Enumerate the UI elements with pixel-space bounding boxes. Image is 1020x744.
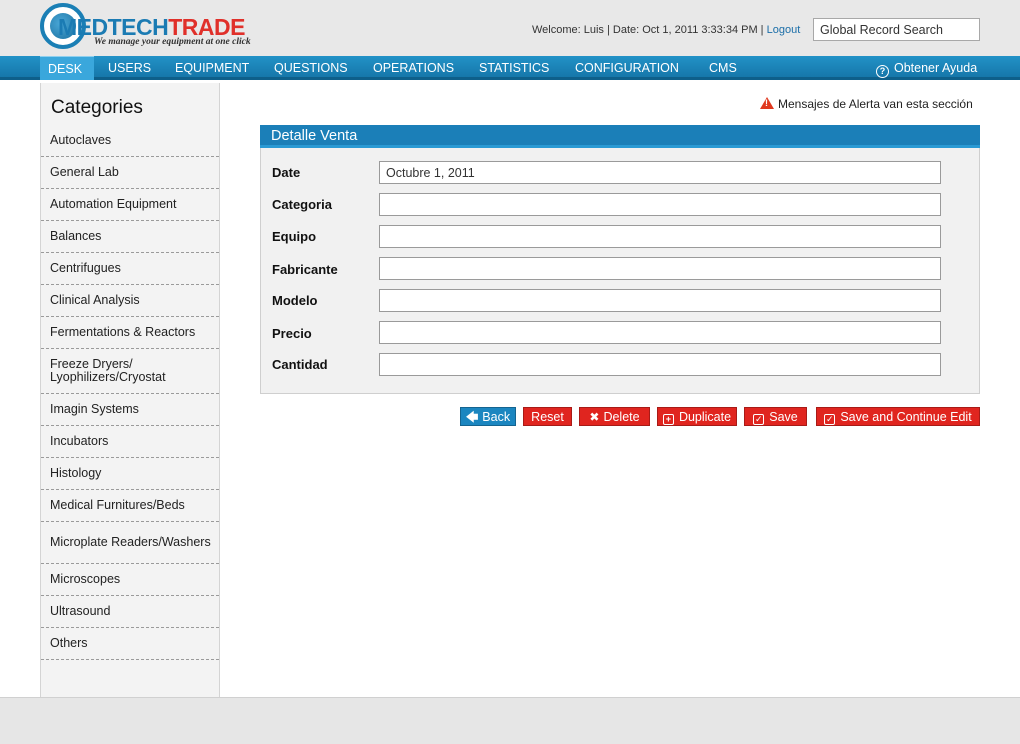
categories-sidebar: Categories Autoclaves General Lab Automa… (40, 83, 220, 697)
category-list: Autoclaves General Lab Automation Equipm… (41, 125, 219, 660)
duplicate-button[interactable]: + Duplicate (657, 407, 737, 426)
category-item-automation-equipment[interactable]: Automation Equipment (41, 189, 219, 221)
arrow-left-icon: 🡄 (465, 410, 479, 424)
close-icon: ✖ (589, 410, 600, 424)
category-item-ultrasound[interactable]: Ultrasound (41, 596, 219, 628)
category-item-freeze-dryers[interactable]: Freeze Dryers/ Lyophilizers/Cryostat (41, 349, 219, 394)
nav-item-equipment[interactable]: EQUIPMENT (167, 56, 257, 80)
nav-item-questions[interactable]: QUESTIONS (266, 56, 356, 80)
nav-item-statistics[interactable]: STATISTICS (471, 56, 557, 80)
alert-message: Mensajes de Alerta van esta sección (760, 97, 973, 111)
reset-button-label: Reset (531, 410, 564, 424)
date-label: Date (272, 165, 301, 180)
category-item-clinical-analysis[interactable]: Clinical Analysis (41, 285, 219, 317)
sale-detail-panel: Detalle Venta Date Categoria Equipo Fabr… (260, 125, 980, 394)
logo[interactable]: MEDTECHTRADE We manage your equipment at… (40, 3, 251, 51)
category-item-incubators[interactable]: Incubators (41, 426, 219, 458)
fabricante-label: Fabricante (272, 262, 338, 277)
category-item-microscopes[interactable]: Microscopes (41, 564, 219, 596)
equipo-label: Equipo (272, 229, 317, 244)
cantidad-field[interactable] (379, 353, 941, 376)
categoria-field[interactable] (379, 193, 941, 216)
category-item-histology[interactable]: Histology (41, 458, 219, 490)
category-item-medical-furnitures[interactable]: Medical Furnitures/Beds (41, 490, 219, 522)
help-label: Obtener Ayuda (894, 61, 978, 75)
category-item-general-lab[interactable]: General Lab (41, 157, 219, 189)
modelo-label: Modelo (272, 293, 318, 308)
precio-field[interactable] (379, 321, 941, 344)
help-icon: ? (876, 65, 889, 78)
back-button-label: Back (482, 410, 511, 424)
equipo-field[interactable] (379, 225, 941, 248)
save-button[interactable]: ✓ Save (744, 407, 807, 426)
alert-text: Mensajes de Alerta van esta sección (778, 97, 973, 111)
save-continue-button-label: Save and Continue Edit (840, 410, 972, 424)
nav-item-operations[interactable]: OPERATIONS (365, 56, 462, 80)
back-button[interactable]: 🡄 Back (460, 407, 516, 426)
main-nav: DESK USERS EQUIPMENT QUESTIONS OPERATION… (0, 56, 1020, 80)
categoria-label: Categoria (272, 197, 332, 212)
category-item-fermentations-reactors[interactable]: Fermentations & Reactors (41, 317, 219, 349)
precio-label: Precio (272, 326, 312, 341)
document-plus-icon: + (662, 414, 674, 425)
welcome-text: Welcome: Luis | Date: Oct 1, 2011 3:33:3… (532, 24, 764, 36)
welcome-info: Welcome: Luis | Date: Oct 1, 2011 3:33:3… (532, 24, 800, 36)
delete-button[interactable]: ✖ Delete (579, 407, 650, 426)
panel-title: Detalle Venta (260, 125, 980, 148)
category-item-centrifugues[interactable]: Centrifugues (41, 253, 219, 285)
category-item-autoclaves[interactable]: Autoclaves (41, 125, 219, 157)
nav-item-configuration[interactable]: CONFIGURATION (567, 56, 687, 80)
reset-button[interactable]: Reset (523, 407, 572, 426)
category-item-microplate-readers[interactable]: Microplate Readers/Washers (41, 522, 219, 564)
save-button-label: Save (769, 410, 798, 424)
duplicate-button-label: Duplicate (678, 410, 732, 424)
fabricante-field[interactable] (379, 257, 941, 280)
nav-item-cms[interactable]: CMS (701, 56, 745, 80)
logout-link[interactable]: Logout (767, 24, 801, 36)
category-item-imagin-systems[interactable]: Imagin Systems (41, 394, 219, 426)
save-continue-button[interactable]: ✓ Save and Continue Edit (816, 407, 980, 426)
category-item-others[interactable]: Others (41, 628, 219, 660)
categories-title: Categories (51, 97, 143, 118)
checkbox-icon: ✓ (824, 414, 836, 425)
date-field[interactable] (379, 161, 941, 184)
cantidad-label: Cantidad (272, 357, 328, 372)
footer-bar (0, 697, 1020, 744)
category-item-balances[interactable]: Balances (41, 221, 219, 253)
nav-item-users[interactable]: USERS (100, 56, 159, 80)
warning-icon (760, 97, 774, 109)
checkbox-icon: ✓ (753, 414, 765, 425)
header-bar: MEDTECHTRADE We manage your equipment at… (0, 0, 1020, 56)
modelo-field[interactable] (379, 289, 941, 312)
nav-item-desk[interactable]: DESK (40, 56, 94, 80)
help-link[interactable]: ? Obtener Ayuda (876, 56, 977, 80)
global-search-input[interactable] (813, 18, 980, 41)
logo-tagline: We manage your equipment at one click (94, 37, 251, 47)
delete-button-label: Delete (603, 410, 640, 424)
